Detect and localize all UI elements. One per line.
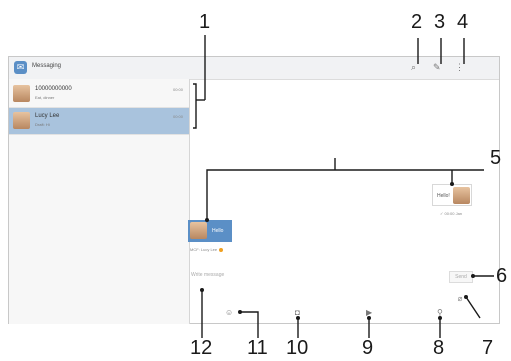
callout-3: 3	[434, 11, 446, 33]
callout-8: 8	[433, 337, 445, 359]
callout-line-11	[240, 311, 259, 338]
callout-4: 4	[457, 11, 469, 33]
callout-2: 2	[411, 11, 423, 33]
callout-5: 5	[490, 147, 502, 169]
callout-10: 10	[286, 337, 309, 359]
callout-11: 11	[247, 337, 268, 359]
callout-line-7	[465, 296, 481, 319]
callout-bracket-1	[193, 83, 197, 129]
callout-7: 7	[482, 337, 494, 359]
callout-1: 1	[199, 11, 211, 33]
callout-6: 6	[496, 265, 508, 287]
callout-line-5a	[206, 169, 484, 220]
callout-lines	[193, 35, 494, 338]
callout-9: 9	[362, 337, 374, 359]
callout-12: 12	[190, 337, 213, 359]
